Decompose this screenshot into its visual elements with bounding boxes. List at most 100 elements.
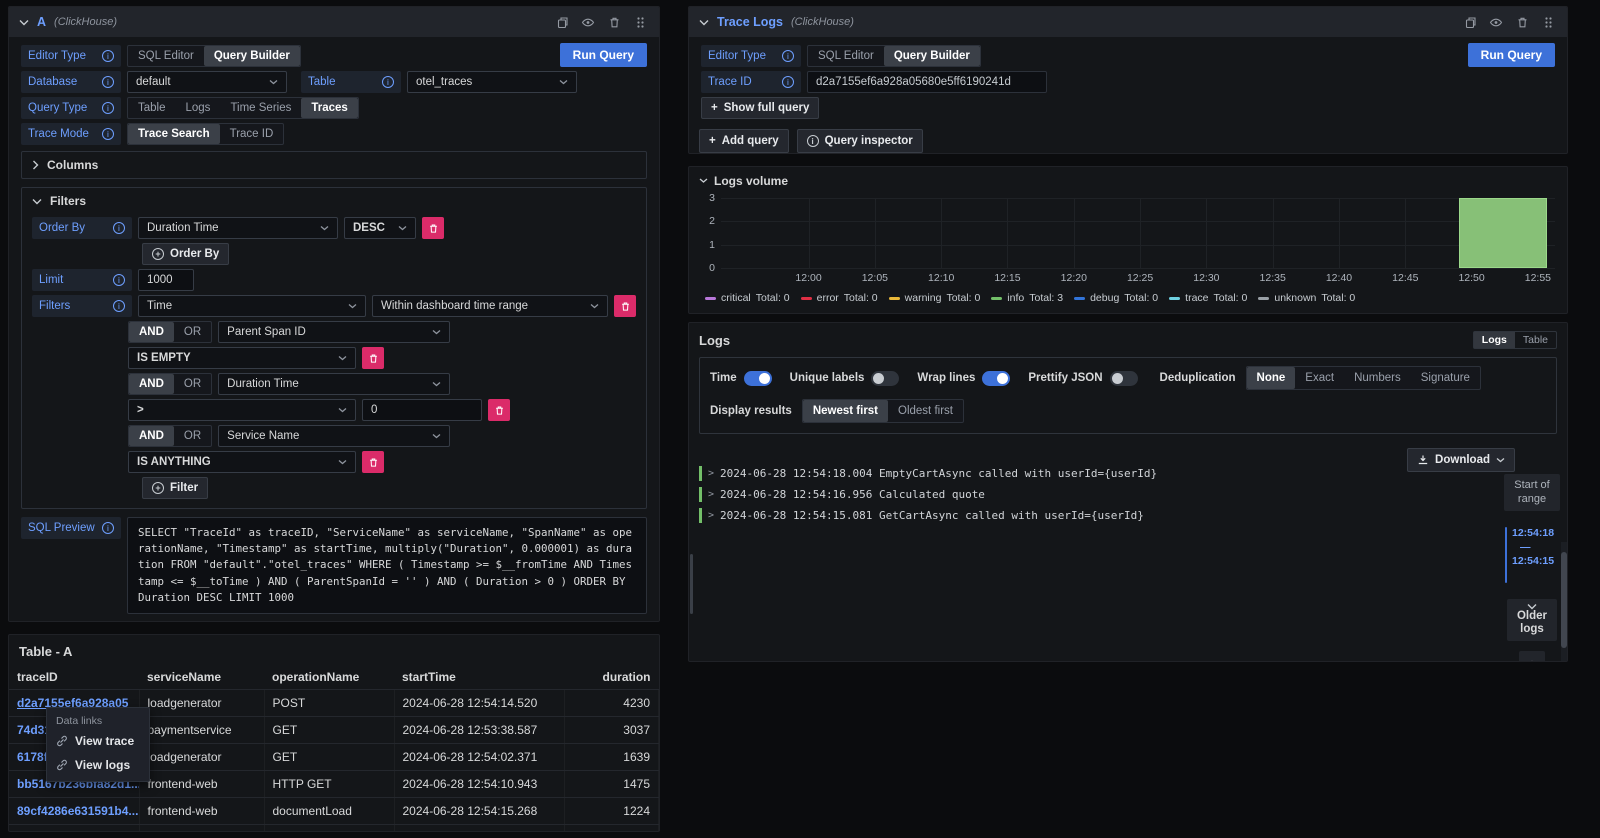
eye-icon[interactable] xyxy=(579,13,597,31)
remove-filter-button[interactable] xyxy=(614,295,636,317)
chevron-down-icon[interactable] xyxy=(699,178,708,184)
expand-log-icon[interactable]: > xyxy=(708,468,714,479)
log-entry[interactable]: >2024-06-28 12:54:18.004 EmptyCartAsync … xyxy=(699,466,1497,481)
eye-icon[interactable] xyxy=(1487,13,1505,31)
trash-icon[interactable] xyxy=(605,13,623,31)
add-order-by-button[interactable]: Order By xyxy=(142,243,229,265)
wrap-lines-toggle[interactable]: Wrap lines xyxy=(917,371,1010,386)
editor-type-sql[interactable]: SQL Editor xyxy=(128,46,204,66)
query-inspector-button[interactable]: Query inspector xyxy=(797,129,923,153)
drag-handle-icon[interactable] xyxy=(631,13,649,31)
legend-debug[interactable]: debugTotal: 0 xyxy=(1074,292,1158,304)
bool-and[interactable]: AND xyxy=(129,426,174,446)
toggle-switch[interactable] xyxy=(982,371,1010,386)
dedup-none[interactable]: None xyxy=(1247,367,1296,389)
editor-type-builder[interactable]: Query Builder xyxy=(204,46,300,66)
show-full-query-button[interactable]: +Show full query xyxy=(701,97,819,119)
limit-input[interactable]: 1000 xyxy=(138,269,194,291)
expand-log-icon[interactable]: > xyxy=(708,489,714,500)
view-logs-link[interactable]: View logs xyxy=(56,758,140,772)
toggle-switch[interactable] xyxy=(871,371,899,386)
bool-and[interactable]: AND xyxy=(129,322,174,342)
trash-icon[interactable] xyxy=(1513,13,1531,31)
bool-or[interactable]: OR xyxy=(174,374,211,394)
dedup-exact[interactable]: Exact xyxy=(1295,367,1344,389)
order-by-direction-select[interactable]: DESC xyxy=(344,217,416,239)
bool-and[interactable]: AND xyxy=(129,374,174,394)
query-type-traces[interactable]: Traces xyxy=(301,98,357,118)
col-header-servicename[interactable]: serviceName xyxy=(139,665,264,690)
trace-id-link[interactable]: 9ae7fcf61941886... xyxy=(9,825,139,833)
add-filter-button[interactable]: Filter xyxy=(142,477,208,499)
add-query-button[interactable]: +Add query xyxy=(699,129,789,153)
condition-operator-select[interactable]: IS ANYTHING xyxy=(128,451,356,473)
toggle-switch[interactable] xyxy=(744,371,772,386)
duplicate-icon[interactable] xyxy=(1461,13,1479,31)
col-header-operationname[interactable]: operationName xyxy=(264,665,394,690)
remove-condition-button[interactable] xyxy=(488,399,510,421)
toggle-switch[interactable] xyxy=(1110,371,1138,386)
oldest-first-option[interactable]: Oldest first xyxy=(888,400,963,422)
columns-section-header[interactable]: Columns xyxy=(32,157,636,173)
scrollbar-thumb[interactable] xyxy=(1561,552,1567,648)
bool-or[interactable]: OR xyxy=(174,426,211,446)
left-scrollbar[interactable] xyxy=(690,554,693,614)
run-query-button[interactable]: Run Query xyxy=(560,43,647,67)
query-type-logs[interactable]: Logs xyxy=(176,98,221,118)
range-marker[interactable]: 12:54:18 — 12:54:15 xyxy=(1505,527,1554,583)
time-toggle[interactable]: Time xyxy=(710,371,772,386)
log-entry[interactable]: >2024-06-28 12:54:16.956 Calculated quot… xyxy=(699,487,1497,502)
database-select[interactable]: default xyxy=(127,71,287,93)
col-header-traceid[interactable]: traceID xyxy=(9,665,139,690)
editor-type-sql[interactable]: SQL Editor xyxy=(808,46,884,66)
info-logs-bar[interactable] xyxy=(1459,198,1547,268)
condition-operator-select[interactable]: IS EMPTY xyxy=(128,347,356,369)
query-type-table[interactable]: Table xyxy=(128,98,176,118)
duplicate-icon[interactable] xyxy=(553,13,571,31)
condition-value-input[interactable]: 0 xyxy=(362,399,482,421)
unique-labels-toggle[interactable]: Unique labels xyxy=(790,371,900,386)
trace-id-link[interactable]: 89cf4286e631591b4... xyxy=(9,798,139,825)
order-by-field-select[interactable]: Duration Time xyxy=(138,217,338,239)
condition-field-select[interactable]: Service Name xyxy=(218,425,450,447)
collapse-icon[interactable] xyxy=(699,19,709,26)
legend-trace[interactable]: traceTotal: 0 xyxy=(1169,292,1247,304)
col-header-duration[interactable]: duration xyxy=(564,665,659,690)
condition-operator-select[interactable]: > xyxy=(128,399,356,421)
legend-info[interactable]: infoTotal: 3 xyxy=(991,292,1063,304)
remove-condition-button[interactable] xyxy=(362,347,384,369)
editor-type-builder[interactable]: Query Builder xyxy=(884,46,980,66)
bool-or[interactable]: OR xyxy=(174,322,211,342)
dedup-signature[interactable]: Signature xyxy=(1411,367,1480,389)
prettify-json-toggle[interactable]: Prettify JSON xyxy=(1028,371,1137,386)
legend-warning[interactable]: warningTotal: 0 xyxy=(889,292,981,304)
older-logs-button[interactable]: Older logs xyxy=(1507,599,1557,642)
newest-first-option[interactable]: Newest first xyxy=(803,400,888,422)
log-entry[interactable]: >2024-06-28 12:54:15.081 GetCartAsync ca… xyxy=(699,508,1497,523)
filter-operator-select[interactable]: Within dashboard time range xyxy=(372,295,608,317)
collapse-icon[interactable] xyxy=(19,19,29,26)
view-logs-option[interactable]: Logs xyxy=(1474,332,1515,348)
scroll-to-top-button[interactable]: ↑ xyxy=(1519,651,1545,662)
logs-volume-chart[interactable]: 3 2 1 0 xyxy=(721,198,1555,268)
trace-mode-search[interactable]: Trace Search xyxy=(128,124,220,144)
run-query-button[interactable]: Run Query xyxy=(1468,43,1555,67)
legend-critical[interactable]: criticalTotal: 0 xyxy=(705,292,790,304)
view-trace-link[interactable]: View trace xyxy=(56,734,140,748)
legend-error[interactable]: errorTotal: 0 xyxy=(801,292,878,304)
expand-log-icon[interactable]: > xyxy=(708,510,714,521)
filter-field-select[interactable]: Time xyxy=(138,295,366,317)
drag-handle-icon[interactable] xyxy=(1539,13,1557,31)
condition-field-select[interactable]: Duration Time xyxy=(218,373,450,395)
trace-id-input[interactable]: d2a7155ef6a928a05680e5ff6190241d xyxy=(807,71,1047,93)
condition-field-select[interactable]: Parent Span ID xyxy=(218,321,450,343)
table-select[interactable]: otel_traces xyxy=(407,71,577,93)
filters-section-header[interactable]: Filters xyxy=(32,193,636,209)
col-header-starttime[interactable]: startTime xyxy=(394,665,564,690)
view-table-option[interactable]: Table xyxy=(1515,332,1556,348)
query-type-timeseries[interactable]: Time Series xyxy=(220,98,301,118)
remove-order-by-button[interactable] xyxy=(422,217,444,239)
trace-mode-id[interactable]: Trace ID xyxy=(220,124,284,144)
remove-condition-button[interactable] xyxy=(362,451,384,473)
legend-unknown[interactable]: unknownTotal: 0 xyxy=(1258,292,1355,304)
